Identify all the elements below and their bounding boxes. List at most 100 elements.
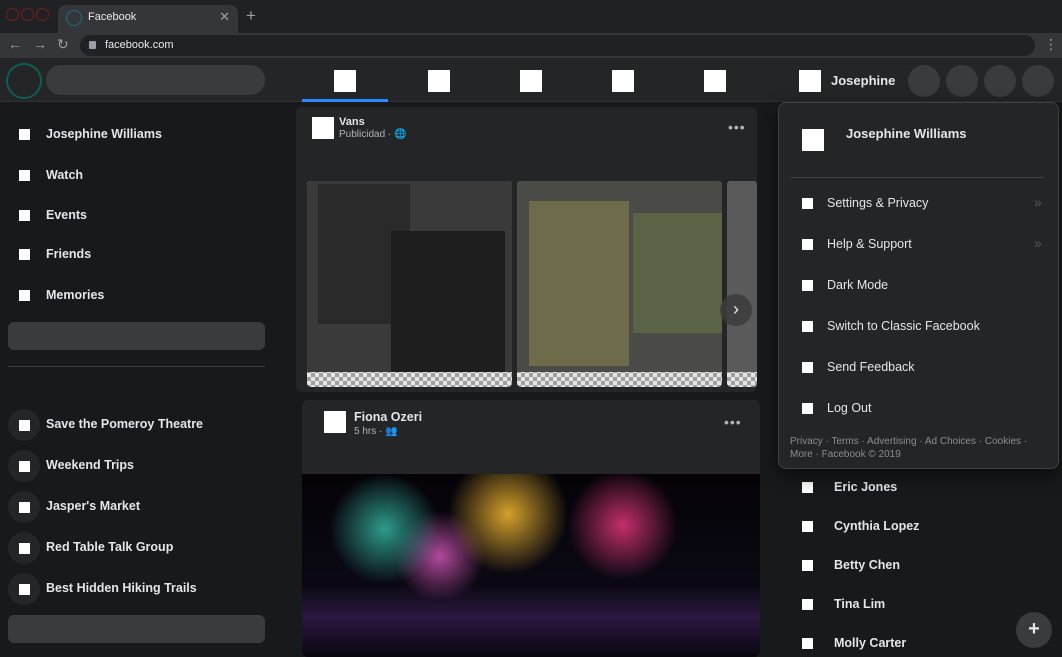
avatar [802,521,813,532]
footer-links[interactable]: Privacy · Terms · Advertising · Ad Choic… [790,435,1052,461]
post-meta: Publicidad · 🌐 [339,129,407,140]
menu-item-label: Switch to Classic Facebook [827,319,980,333]
shortcut-label: Jasper's Market [46,499,141,513]
home-tab-icon[interactable] [334,70,356,92]
marketplace-tab-icon[interactable] [520,70,542,92]
group-icon [19,461,30,472]
reload-icon[interactable]: ↻ [57,36,69,53]
menu-item-settings-privacy[interactable]: Settings & Privacy » [779,189,1060,219]
sidebar-item-watch[interactable]: Watch [0,160,280,190]
facebook-top-nav: Josephine [0,58,1062,102]
shortcut-item[interactable]: Red Table Talk Group [0,532,280,564]
menu-item-label: Help & Support [827,237,912,251]
avatar [802,129,824,151]
account-name: Josephine Williams [846,126,967,141]
carousel-image[interactable] [307,181,512,387]
create-button[interactable] [908,65,940,97]
browser-tab[interactable]: Facebook ✕ [58,5,238,33]
browser-toolbar: ← → ↻ facebook.com ⋮ [0,33,1062,58]
new-tab-button[interactable]: + [246,6,256,26]
olive-pants-photo [529,201,629,366]
carousel-image[interactable] [727,181,757,387]
shortcut-label: Best Hidden Hiking Trails [46,581,197,595]
events-icon [19,210,30,221]
divider [8,366,265,367]
maximize-window-icon[interactable] [36,8,49,21]
post-options-icon[interactable]: ••• [728,119,746,135]
group-avatar [8,409,40,441]
contact-item[interactable]: Eric Jones [790,474,1062,502]
menu-item-help-support[interactable]: Help & Support » [779,230,1060,260]
contact-name: Cynthia Lopez [834,519,920,533]
fireworks-photo[interactable] [302,474,760,657]
carousel-next-button[interactable]: › [720,294,752,326]
divider [790,177,1044,178]
contact-name: Eric Jones [834,480,898,494]
see-more-button[interactable] [8,322,265,350]
sidebar-item-profile[interactable]: Josephine Williams [0,119,280,149]
shortcut-item[interactable]: Weekend Trips [0,450,280,482]
logout-icon [802,403,813,414]
gaming-tab-icon[interactable] [704,70,726,92]
post-author[interactable]: Fiona Ozeri [354,410,422,424]
contact-item[interactable]: Cynthia Lopez [790,513,1062,541]
sidebar-item-friends[interactable]: Friends [0,239,280,269]
new-message-button[interactable]: + [1016,612,1052,648]
watch-tab-icon[interactable] [428,70,450,92]
forward-icon[interactable]: → [33,36,47,52]
address-bar[interactable]: facebook.com [80,35,1035,56]
menu-item-dark-mode[interactable]: Dark Mode [779,271,1060,301]
search-input[interactable] [46,65,265,95]
menu-item-classic-facebook[interactable]: Switch to Classic Facebook [779,312,1060,342]
sidebar-item-label: Josephine Williams [46,127,162,141]
menu-item-label: Dark Mode [827,278,889,292]
messenger-button[interactable] [946,65,978,97]
account-menu: Josephine Williams Settings & Privacy » … [778,102,1059,469]
account-menu-button[interactable] [1022,65,1054,97]
chevron-right-icon: » [1034,194,1042,210]
contact-name: Molly Carter [834,636,907,650]
minimize-window-icon[interactable] [21,8,34,21]
group-icon [19,584,30,595]
back-icon[interactable]: ← [8,36,22,52]
contact-item[interactable]: Betty Chen [790,552,1062,580]
post-options-icon[interactable]: ••• [724,414,742,430]
contact-item[interactable]: Tina Lim [790,591,1062,619]
sidebar-item-label: Events [46,208,87,222]
facebook-favicon-icon [66,10,82,26]
shortcut-label: Red Table Talk Group [46,540,174,554]
shortcut-item[interactable]: Best Hidden Hiking Trails [0,573,280,605]
lock-icon [89,41,96,49]
avatar[interactable] [324,411,346,433]
sidebar-item-label: Watch [46,168,84,182]
avatar [802,638,813,649]
sidebar-item-events[interactable]: Events [0,200,280,230]
group-avatar [8,532,40,564]
feedback-icon [802,362,813,373]
avatar [802,560,813,571]
browser-menu-icon[interactable]: ⋮ [1044,36,1058,53]
post-author[interactable]: Vans [339,116,365,128]
shortcut-item[interactable]: Jasper's Market [0,491,280,523]
group-icon [19,543,30,554]
olive-pants-photo [633,213,722,333]
tab-close-icon[interactable]: ✕ [219,9,230,25]
groups-tab-icon[interactable] [612,70,634,92]
notifications-button[interactable] [984,65,1016,97]
group-avatar [8,450,40,482]
contact-name: Tina Lim [834,597,886,611]
carousel-image[interactable] [517,181,722,387]
close-window-icon[interactable] [6,8,19,21]
sponsored-post: Vans Publicidad · 🌐 ••• [296,107,757,392]
menu-item-send-feedback[interactable]: Send Feedback [779,353,1060,383]
see-more-shortcuts-button[interactable] [8,615,265,643]
black-pants-photo [391,231,505,372]
menu-item-log-out[interactable]: Log Out [779,394,1060,424]
product-photo [727,181,757,372]
sidebar-item-memories[interactable]: Memories [0,280,280,310]
facebook-logo-icon[interactable] [6,63,42,99]
shortcut-item[interactable]: Save the Pomeroy Theatre [0,409,280,441]
avatar[interactable] [312,117,334,139]
contact-name: Betty Chen [834,558,900,572]
menu-item-label: Send Feedback [827,360,915,374]
